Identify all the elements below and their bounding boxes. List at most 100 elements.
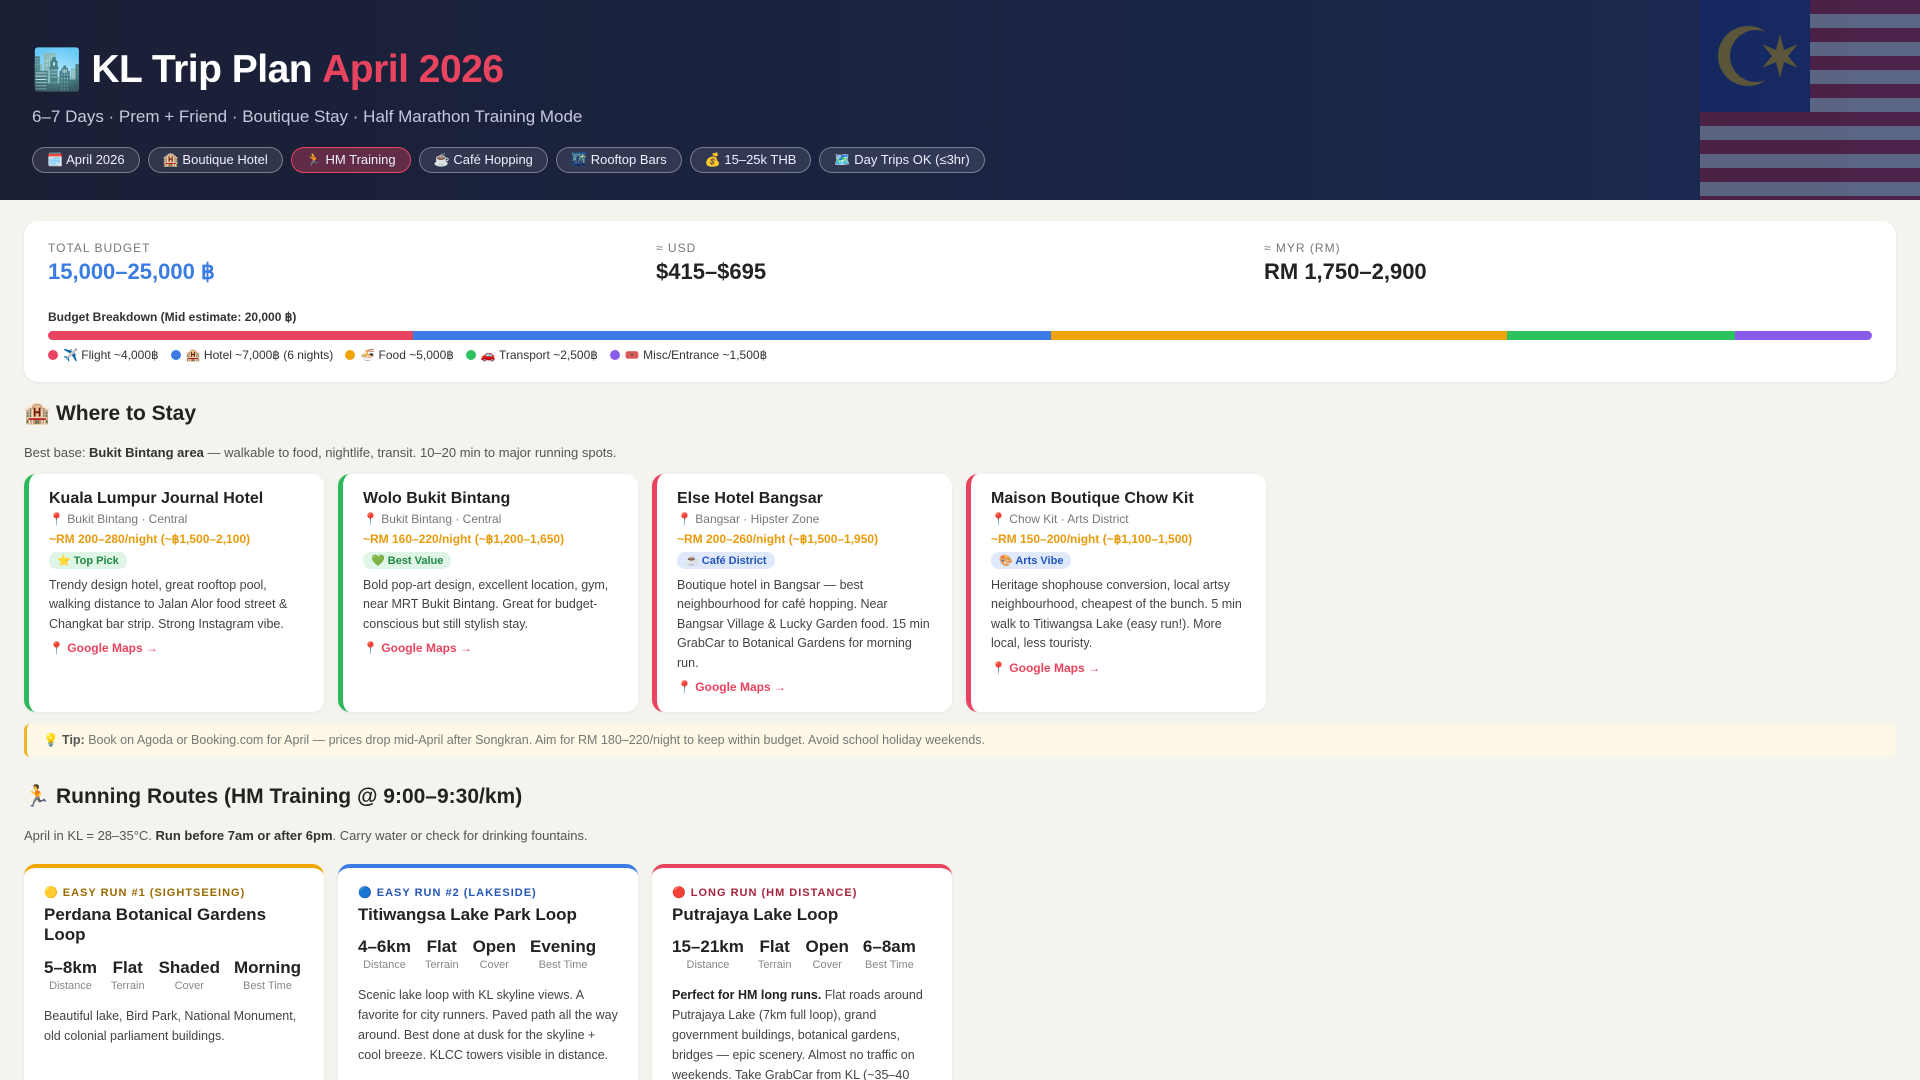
hotel-description: Bold pop-art design, excellent location,…: [363, 578, 609, 631]
metric-label: Best Time: [864, 959, 914, 972]
route-kind: 🟡 EASY RUN #1 (SIGHTSEEING): [44, 886, 246, 899]
usd-value: $415–$695: [656, 259, 767, 284]
route-metric: 4–6km Distance: [358, 937, 411, 971]
hotel-card: Else Hotel Bangsar 📍 Bangsar · Hipster Zo…: [652, 474, 952, 712]
hotel-location: 📍 Chow Kit · Arts District: [991, 512, 1129, 526]
metric-value: Open: [472, 937, 517, 957]
myr-label: ≈ MYR (RM): [1264, 241, 1341, 255]
legend-item: 🍜 Food ~5,000฿: [345, 348, 454, 362]
tag-boutique-hotel: 🏨 Boutique Hotel: [147, 147, 283, 173]
tag-budget: 💰 15–25k THB: [689, 147, 812, 173]
tip-label: 💡 Tip:: [43, 732, 85, 747]
running-desc-prefix: April in KL = 28–35°C.: [24, 827, 156, 843]
hotel-name: Else Hotel Bangsar: [677, 490, 823, 507]
route-metric: Flat Terrain: [758, 937, 792, 971]
metric-value: Morning: [233, 957, 302, 977]
breakdown-title: Budget Breakdown (Mid estimate: 20,000 ฿…: [48, 310, 297, 324]
stay-description: Best base: Bukit Bintang area — walkable…: [24, 445, 1896, 460]
hotel-location: 📍 Bukit Bintang · Central: [49, 512, 188, 526]
budget-legend: ✈️ Flight ~4,000฿ 🏨 Hotel ~7,000฿ (6 nigh…: [48, 348, 1872, 362]
hotel-badge: ⭐ Top Pick: [49, 552, 127, 569]
title-main: KL Trip Plan: [91, 47, 313, 91]
metric-label: Terrain: [757, 959, 792, 972]
hotel-name: Maison Boutique Chow Kit: [991, 490, 1194, 507]
google-maps-link[interactable]: 📍 Google Maps →: [49, 641, 158, 655]
hotel-price: ~RM 200–260/night (~฿1,500–1,950): [677, 532, 879, 546]
metric-label: Best Time: [538, 959, 588, 972]
stay-section: 🏨 Where to Stay Best base: Bukit Bintang…: [0, 402, 1920, 712]
myr-value: RM 1,750–2,900: [1264, 259, 1427, 284]
legend-dot-icon: [345, 350, 356, 360]
route-desc-bold: Perfect for HM long runs.: [672, 988, 822, 1003]
legend-item: ✈️ Flight ~4,000฿: [48, 348, 159, 362]
route-description: Perfect for HM long runs. Flat roads aro…: [672, 985, 932, 1080]
malaysia-flag-icon: [1700, 0, 1920, 200]
hotel-card: Maison Boutique Chow Kit 📍 Chow Kit · Art…: [966, 474, 1266, 712]
route-metric: 5–8km Distance: [44, 958, 97, 992]
hotel-description: Trendy design hotel, great rooftop pool,…: [49, 578, 288, 631]
tag-cafe-hopping: ☕ Café Hopping: [418, 147, 548, 173]
metric-label: Best Time: [243, 979, 292, 992]
legend-label: ✈️ Flight ~4,000฿: [63, 348, 159, 362]
route-name: Putrajaya Lake Loop: [672, 904, 839, 924]
route-card: 🔵 EASY RUN #2 (LAKESIDE) Titiwangsa Lake …: [338, 863, 638, 1080]
metric-value: Shaded: [158, 957, 220, 977]
hotel-location: 📍 Bukit Bintang · Central: [363, 512, 502, 526]
legend-label: 🏨 Hotel ~7,000฿ (6 nights): [185, 348, 334, 362]
metric-label: Terrain: [424, 959, 459, 972]
route-metrics: 15–21km Distance Flat Terrain Open Cover 6–8am…: [672, 937, 932, 971]
hotel-name: Wolo Bukit Bintang: [363, 490, 511, 507]
route-metric: Shaded Cover: [159, 958, 220, 992]
running-title: 🏃 Running Routes (HM Training @ 9:00–9:3…: [24, 784, 523, 808]
hotel-badge: 🎨 Arts Vibe: [991, 552, 1072, 569]
legend-item: 🚗 Transport ~2,500฿: [465, 348, 598, 362]
running-section: 🏃 Running Routes (HM Training @ 9:00–9:3…: [0, 785, 1920, 1080]
metric-value: 15–21km: [672, 937, 744, 957]
metric-label: Cover: [812, 959, 842, 972]
hotel-badge: 💚 Best Value: [363, 552, 452, 569]
metric-value: Flat: [426, 937, 457, 957]
google-maps-link[interactable]: 📍 Google Maps →: [363, 641, 472, 655]
booking-tip: 💡 Tip: Book on Agoda or Booking.com for …: [24, 723, 1896, 757]
budget-segment: [48, 331, 413, 340]
city-icon: 🏙️: [32, 48, 82, 92]
route-description: Beautiful lake, Bird Park, National Monu…: [44, 1006, 304, 1046]
legend-dot-icon: [170, 350, 181, 360]
metric-value: Flat: [759, 937, 790, 957]
google-maps-link[interactable]: 📍 Google Maps →: [991, 661, 1100, 675]
total-budget-label: TOTAL BUDGET: [48, 241, 151, 255]
budget-segment: [1735, 331, 1872, 340]
google-maps-link[interactable]: 📍 Google Maps →: [677, 680, 786, 694]
hotel-name: Kuala Lumpur Journal Hotel: [49, 490, 264, 507]
budget-card: TOTAL BUDGET 15,000–25,000 ฿ ≈ USD $415–…: [24, 221, 1896, 382]
route-metric: Flat Terrain: [425, 937, 459, 971]
metric-label: Cover: [174, 979, 204, 992]
route-metric: Open Cover: [473, 937, 516, 971]
legend-item: 🏨 Hotel ~7,000฿ (6 nights): [170, 348, 334, 362]
stay-desc-suffix: — walkable to food, nightlife, transit. …: [203, 445, 617, 460]
stay-desc-bold: Bukit Bintang area: [89, 445, 204, 460]
usd-stat: ≈ USD $415–$695: [656, 241, 1264, 285]
metric-value: Evening: [530, 937, 597, 957]
hotel-badge: ☕ Café District: [677, 552, 775, 569]
hotel-description: Heritage shophouse conversion, local art…: [991, 578, 1242, 651]
tag-list: 🗓️ April 2026 🏨 Boutique Hotel 🏃 HM Trai…: [32, 147, 1888, 173]
total-budget-value: 15,000–25,000 ฿: [48, 259, 215, 284]
hotel-list: Kuala Lumpur Journal Hotel 📍 Bukit Bintan…: [24, 474, 1896, 712]
metric-label: Distance: [363, 959, 406, 972]
metric-value: 5–8km: [44, 957, 97, 977]
page-title: 🏙️ KL Trip Plan April 2026: [32, 46, 1888, 93]
running-desc-bold: Run before 7am or after 6pm: [155, 827, 333, 843]
route-name: Perdana Botanical Gardens Loop: [44, 904, 267, 945]
running-desc-suffix: . Carry water or check for drinking foun…: [332, 827, 588, 843]
hotel-price: ~RM 150–200/night (~฿1,100–1,500): [991, 532, 1193, 546]
route-metric: Open Cover: [805, 937, 848, 971]
tag-day-trips: 🗺️ Day Trips OK (≤3hr): [819, 147, 985, 173]
hotel-card: Kuala Lumpur Journal Hotel 📍 Bukit Bintan…: [24, 474, 324, 712]
hotel-price: ~RM 160–220/night (~฿1,200–1,650): [363, 532, 565, 546]
route-kind: 🔵 EASY RUN #2 (LAKESIDE): [358, 886, 537, 899]
tag-hm-training: 🏃 HM Training: [290, 147, 411, 173]
tag-rooftop-bars: 🌃 Rooftop Bars: [555, 147, 682, 173]
route-name: Titiwangsa Lake Park Loop: [358, 904, 577, 924]
title-accent: April 2026: [322, 47, 504, 91]
